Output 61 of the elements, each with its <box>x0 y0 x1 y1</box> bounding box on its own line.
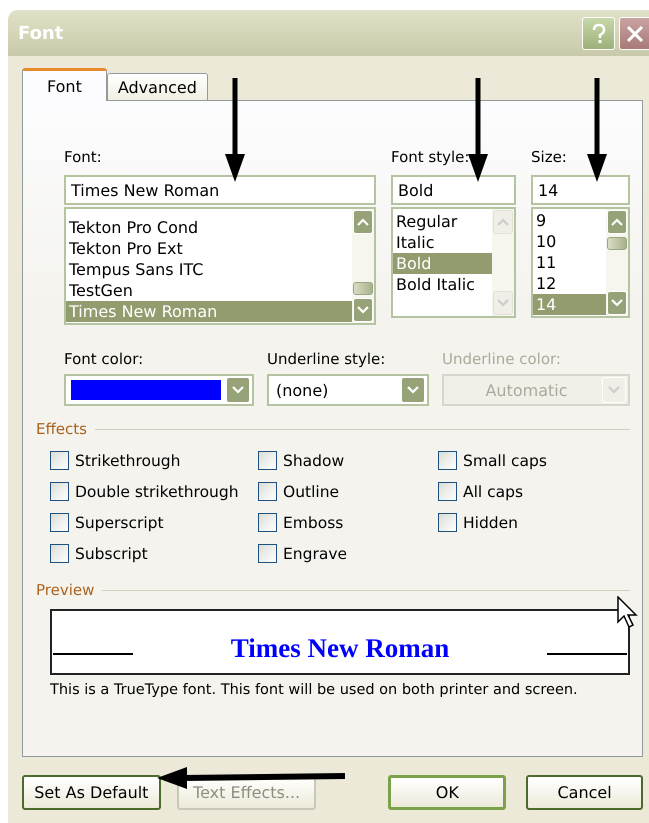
scroll-thumb[interactable] <box>607 237 627 250</box>
list-item[interactable]: 10 <box>533 231 606 252</box>
group-title: Preview <box>36 581 94 599</box>
checkbox[interactable] <box>438 513 457 532</box>
scrollbar[interactable] <box>606 209 628 316</box>
group-title: Effects <box>36 420 87 438</box>
list-item[interactable]: 9 <box>533 210 606 231</box>
dialog-button[interactable]: Set As Default <box>22 775 161 810</box>
help-button[interactable] <box>582 17 615 50</box>
list-item[interactable]: Regular <box>393 211 492 232</box>
checkbox[interactable] <box>50 451 69 470</box>
checkbox[interactable] <box>258 544 277 563</box>
tab[interactable]: Advanced <box>106 73 208 100</box>
field-label: Font color: <box>64 350 144 370</box>
checkbox-label: Small caps <box>463 452 547 470</box>
checkbox-label: All caps <box>463 482 524 500</box>
list-item[interactable]: TestGen <box>66 280 352 301</box>
scroll-thumb[interactable] <box>353 282 373 295</box>
checkbox[interactable] <box>258 451 277 470</box>
dialog-button[interactable]: Cancel <box>526 775 643 810</box>
preview-text: Times New Roman <box>230 633 450 663</box>
checkbox-label: Outline <box>283 482 340 500</box>
checkbox[interactable] <box>438 482 457 501</box>
list-item[interactable]: 12 <box>533 273 606 294</box>
checkbox-label: Double strikethrough <box>75 482 239 500</box>
checkbox-label: Strikethrough <box>75 452 180 470</box>
close-button[interactable] <box>619 17 649 50</box>
checkbox-label: Emboss <box>283 514 344 532</box>
checkbox[interactable] <box>50 544 69 563</box>
list-item[interactable]: 11 <box>533 252 606 273</box>
field-label: Font: <box>64 148 103 168</box>
list-item[interactable]: Tekton Pro Cond <box>66 217 352 238</box>
window-title: Font <box>18 22 64 44</box>
checkbox[interactable] <box>50 513 69 532</box>
input-field[interactable]: Times New Roman <box>64 175 376 205</box>
field-label: Font style: <box>391 148 470 168</box>
checkbox-label: Shadow <box>283 452 344 470</box>
input-field[interactable]: 14 <box>531 175 630 205</box>
scrollbar[interactable] <box>352 209 374 323</box>
list-item[interactable]: Tempus Sans ITC <box>66 259 352 280</box>
dropdown[interactable]: (none) <box>267 374 429 406</box>
list-item[interactable]: Bold Italic <box>393 274 492 295</box>
field-label: Underline color: <box>442 350 562 370</box>
checkbox-label: Engrave <box>283 544 348 562</box>
checkbox-label: Hidden <box>463 514 518 532</box>
checkbox[interactable] <box>258 513 277 532</box>
checkbox-label: Superscript <box>75 514 164 532</box>
field-label: Size: <box>531 148 568 168</box>
checkbox[interactable] <box>438 451 457 470</box>
checkbox[interactable] <box>50 482 69 501</box>
field-label: Underline style: <box>267 350 386 370</box>
list-item[interactable]: Italic <box>393 232 492 253</box>
dropdown[interactable] <box>64 374 254 406</box>
close-icon <box>624 24 644 44</box>
font-description: This is a TrueType font. This font will be used on both printer and screen. <box>50 682 579 698</box>
dialog-button[interactable]: OK <box>388 775 506 810</box>
tab[interactable]: Font <box>22 68 107 101</box>
list-item[interactable]: Tekton Pro Ext <box>66 238 352 259</box>
input-field[interactable]: Bold <box>391 175 516 205</box>
checkbox-label: Subscript <box>75 544 148 562</box>
checkbox[interactable] <box>258 482 277 501</box>
